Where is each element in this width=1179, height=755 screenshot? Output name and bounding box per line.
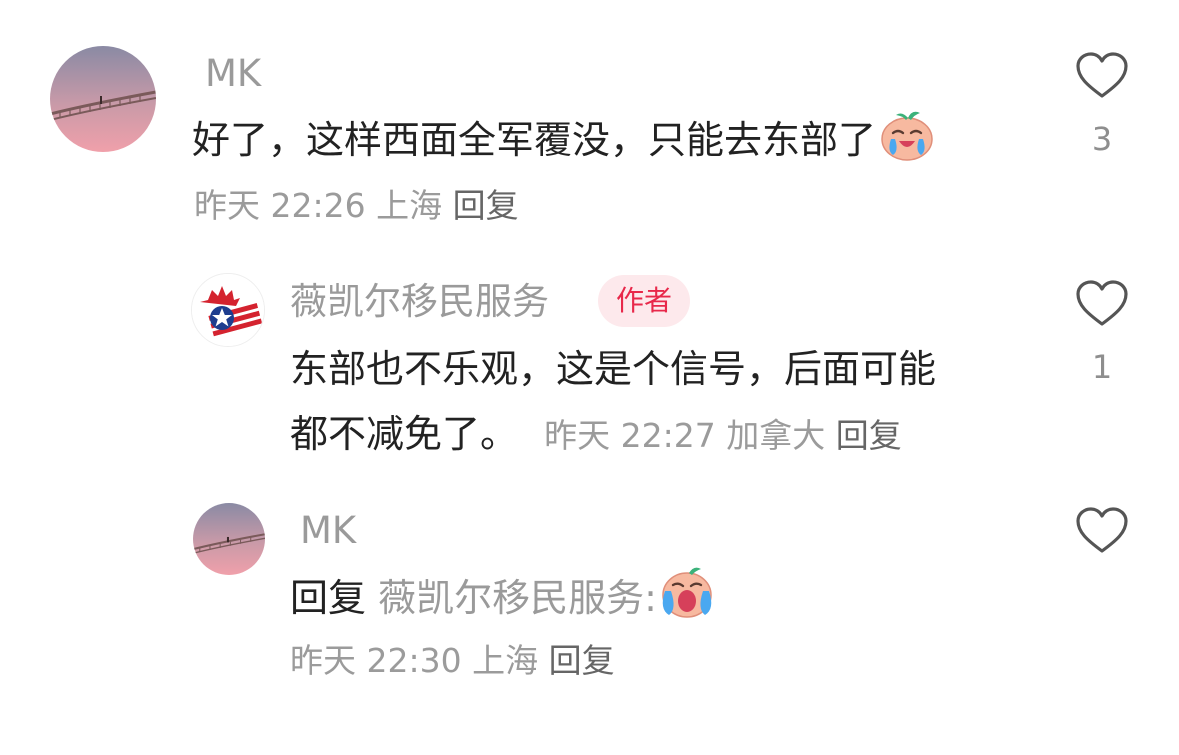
like-count: 3	[1091, 120, 1113, 158]
canada-usa-flag-avatar-icon	[192, 274, 264, 346]
heart-icon	[1076, 507, 1128, 553]
like-count: 1	[1091, 348, 1113, 386]
avatar[interactable]	[50, 46, 156, 152]
comment-time: 昨天 22:27	[544, 416, 716, 455]
comment-location: 上海	[376, 186, 443, 225]
avatar[interactable]	[191, 273, 265, 347]
reply-prefix: 回复	[290, 576, 367, 620]
reply-button[interactable]: 回复	[549, 641, 615, 680]
heart-icon	[1076, 52, 1128, 98]
comment-author[interactable]: 薇凯尔移民服务	[290, 280, 549, 324]
comment-meta: 昨天 22:26 上海 回复	[194, 186, 519, 226]
comment-author[interactable]: MK	[300, 509, 356, 553]
comment-time: 昨天 22:26	[194, 186, 366, 225]
crying-emoji-icon	[878, 109, 936, 179]
reply-button[interactable]: 回复	[453, 186, 519, 225]
comment: MK 好了，这样西面全军覆没，只能去东部了 昨天 22:26 上海 回复 3	[0, 0, 1179, 240]
comment-text: 好了，这样西面全军覆没，只能去东部了	[192, 109, 936, 179]
comment-text: 回复 薇凯尔移民服务:	[290, 565, 715, 637]
reply-comment: MK 回复 薇凯尔移民服务: 昨天 22:30 上海 回复	[0, 490, 1179, 720]
comment-meta: 昨天 22:30 上海 回复	[290, 641, 615, 681]
comment-meta: 昨天 22:27 加拿大 回复	[544, 416, 902, 455]
wailing-emoji-icon	[659, 565, 715, 637]
comment-time: 昨天 22:30	[290, 641, 462, 680]
comment-text-line2: 都不减免了。 昨天 22:27 加拿大 回复	[290, 403, 902, 465]
comment-location: 上海	[472, 641, 539, 680]
like-button[interactable]	[1075, 52, 1129, 100]
sunset-rope-bridge-avatar-icon	[50, 46, 156, 152]
comment-location: 加拿大	[726, 416, 826, 455]
comment-text-content: 好了，这样西面全军覆没，只能去东部了	[192, 118, 877, 162]
avatar[interactable]	[193, 503, 265, 575]
sunset-rope-bridge-avatar-icon	[193, 503, 265, 575]
reply-button[interactable]: 回复	[836, 416, 902, 455]
comment-text-content: 都不减免了。	[290, 412, 519, 456]
heart-icon	[1076, 280, 1128, 326]
reply-comment: 薇凯尔移民服务 作者 东部也不乐观，这是个信号，后面可能 都不减免了。 昨天 2…	[0, 250, 1179, 470]
comment-author[interactable]: MK	[205, 52, 261, 96]
reply-to-author[interactable]: 薇凯尔移民服务:	[378, 576, 657, 620]
comment-text-line1: 东部也不乐观，这是个信号，后面可能	[290, 347, 937, 391]
like-button[interactable]	[1075, 280, 1129, 328]
author-badge: 作者	[598, 275, 691, 327]
like-button[interactable]	[1075, 507, 1129, 555]
